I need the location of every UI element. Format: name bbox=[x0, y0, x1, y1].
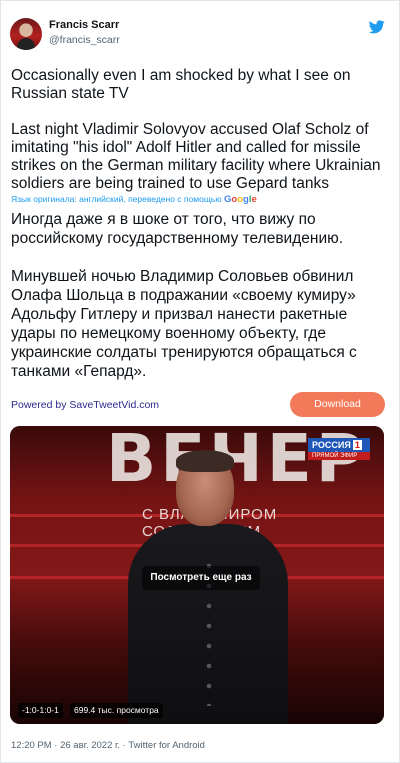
replay-button[interactable]: Посмотреть еще раз bbox=[142, 566, 260, 590]
tweet-paragraph: Минувшей ночью Владимир Соловьев обвинил… bbox=[11, 268, 357, 380]
google-logo: Google bbox=[224, 194, 257, 205]
tweet-text-translated: Иногда даже я в шоке от того, что вижу п… bbox=[11, 210, 393, 381]
tweet-text-original: Occasionally even I am shocked by what I… bbox=[11, 67, 391, 193]
translation-note-label: Язык оригинала: английский, переведено с… bbox=[11, 194, 222, 204]
duration-badge: -1:0-1:0-1 bbox=[18, 703, 63, 718]
video-player[interactable]: ВЕЧЕР С ВЛАДИМИРОМ СОЛОВЬЕВЫМ РОССИЯ1 ПР… bbox=[10, 426, 384, 724]
tweet-meta[interactable]: 12:20 PM · 26 авг. 2022 г. · Twitter for… bbox=[11, 740, 205, 751]
tweet-card: Francis Scarr @francis_scarr Occasionall… bbox=[0, 0, 400, 763]
author-handle[interactable]: @francis_scarr bbox=[49, 34, 120, 46]
author-name[interactable]: Francis Scarr bbox=[49, 19, 119, 31]
channel-number: 1 bbox=[352, 440, 362, 450]
view-count-badge: 699.4 тыс. просмотра bbox=[70, 703, 163, 718]
translation-note[interactable]: Язык оригинала: английский, переведено с… bbox=[11, 194, 257, 205]
channel-name: РОССИЯ bbox=[312, 440, 351, 450]
powered-by-link[interactable]: Powered by SaveTweetVid.com bbox=[11, 399, 159, 411]
download-button[interactable]: Download bbox=[290, 392, 385, 417]
twitter-bird-icon[interactable] bbox=[369, 20, 385, 34]
channel-live-label: ПРЯМОЙ ЭФИР bbox=[308, 452, 370, 460]
avatar[interactable] bbox=[10, 18, 42, 50]
presenter-hair bbox=[176, 450, 234, 472]
tweet-paragraph: Last night Vladimir Solovyov accused Ola… bbox=[11, 121, 381, 192]
tweet-paragraph: Occasionally even I am shocked by what I… bbox=[11, 67, 351, 102]
channel-logo: РОССИЯ 1 ПРЯМОЙ ЭФИР bbox=[308, 438, 370, 468]
tweet-paragraph: Иногда даже я в шоке от того, что вижу п… bbox=[11, 211, 344, 247]
